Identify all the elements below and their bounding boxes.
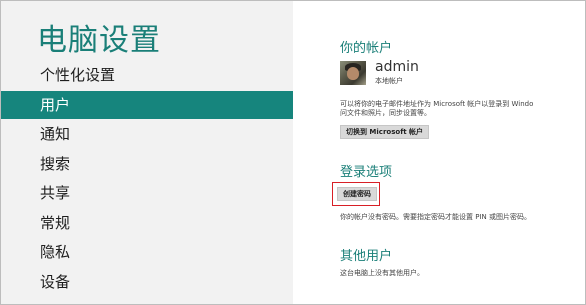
- nav-item-devices[interactable]: 设备: [1, 268, 293, 296]
- pc-settings-window: 电脑设置 个性化设置 用户 通知 搜索 共享 常规 隐私 设备 你的帐户 adm…: [0, 0, 586, 305]
- your-account-heading: 你的帐户: [340, 41, 393, 56]
- nav-item-share[interactable]: 共享: [1, 179, 293, 207]
- content-pane: 你的帐户 admin 本地帐户 可以将你的电子邮件地址作为 Microsoft …: [293, 1, 585, 304]
- highlight-box: [332, 182, 380, 206]
- user-name: admin: [375, 59, 419, 75]
- account-type: 本地帐户: [375, 77, 403, 85]
- nav-item-general[interactable]: 常规: [1, 209, 293, 237]
- no-password-note: 你的帐户没有密码。需要指定密码才能设置 PIN 或图片密码。: [340, 213, 531, 221]
- account-description-line1: 可以将你的电子邮件地址作为 Microsoft 帐户以登录到 Windo: [340, 100, 534, 108]
- app-title: 电脑设置: [37, 23, 161, 58]
- nav-item-search[interactable]: 搜索: [1, 150, 293, 178]
- signin-options-heading: 登录选项: [340, 165, 393, 180]
- nav-item-notifications[interactable]: 通知: [1, 120, 293, 148]
- other-users-heading: 其他用户: [340, 249, 393, 264]
- nav-item-personalize[interactable]: 个性化设置: [1, 61, 293, 89]
- nav-item-privacy[interactable]: 隐私: [1, 238, 293, 266]
- account-description-line2: 问文件和照片，同步设置等。: [340, 109, 431, 117]
- nav-item-users[interactable]: 用户: [1, 90, 293, 119]
- switch-microsoft-account-button[interactable]: 切换到 Microsoft 帐户: [340, 125, 430, 139]
- avatar-face: [347, 67, 359, 80]
- left-pane: 电脑设置 个性化设置 用户 通知 搜索 共享 常规 隐私 设备: [1, 1, 293, 304]
- settings-nav: 个性化设置 用户 通知 搜索 共享 常规 隐私 设备: [1, 61, 293, 297]
- user-avatar: [340, 61, 366, 85]
- other-users-note: 这台电脑上没有其他用户。: [340, 269, 424, 277]
